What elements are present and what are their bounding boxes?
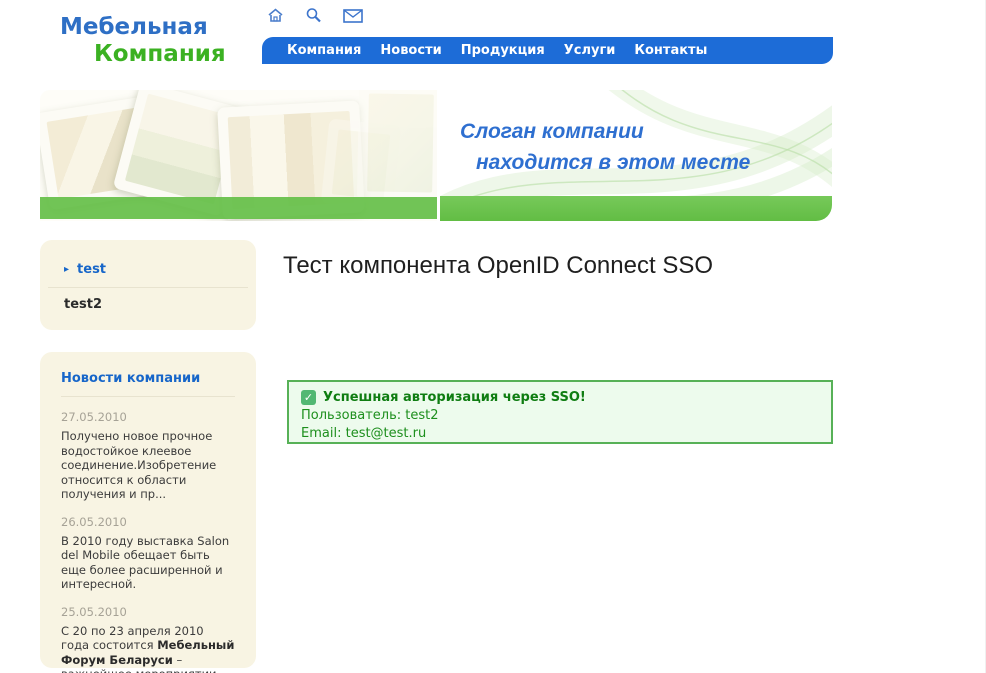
search-icon[interactable] (305, 7, 322, 24)
photo-slide (357, 90, 437, 203)
nav-item-company[interactable]: Компания (287, 43, 361, 58)
sidebar-news-box: Новости компании 27.05.2010 Получено нов… (40, 352, 256, 668)
news-date: 25.05.2010 (61, 605, 235, 619)
slogan-line2: находится в этом месте (460, 147, 750, 178)
top-icon-bar (267, 7, 363, 24)
sidebar-item-test[interactable]: ▸ test (40, 262, 256, 277)
sso-success-title: Успешная авторизация через SSO! (323, 390, 586, 405)
logo-line1: Мебельная (60, 14, 226, 41)
divider (48, 287, 248, 288)
news-item: 26.05.2010 В 2010 году выставка Salon de… (61, 515, 235, 592)
news-date: 26.05.2010 (61, 515, 235, 529)
main-nav: Компания Новости Продукция Услуги Контак… (262, 37, 833, 64)
nav-item-services[interactable]: Услуги (564, 43, 616, 58)
logo-line2: Компания (60, 41, 226, 68)
sso-email-line: Email: test@test.ru (301, 426, 819, 441)
nav-item-contacts[interactable]: Контакты (634, 43, 707, 58)
news-item: 25.05.2010 С 20 по 23 апреля 2010 года с… (61, 605, 235, 673)
success-check-icon: ✓ (301, 390, 316, 405)
page-title: Тест компонента OpenID Connect SSO (283, 252, 713, 280)
company-slogan: Слоган компании находится в этом месте (460, 116, 750, 178)
divider (61, 396, 235, 397)
company-logo[interactable]: Мебельная Компания (60, 14, 226, 68)
page: Мебельная Компания Компания Новости Прод… (0, 0, 986, 673)
news-teaser: С 20 по 23 апреля 2010 года состоится Ме… (61, 624, 235, 673)
banner-slogan-panel: Слоган компании находится в этом месте (440, 90, 832, 221)
sidebar-item-label: test (77, 262, 106, 277)
banner-green-strip (40, 197, 437, 219)
nav-item-news[interactable]: Новости (380, 43, 441, 58)
sidebar-menu-box: ▸ test test2 (40, 240, 256, 330)
mail-icon[interactable] (343, 9, 363, 23)
news-teaser: Получено новое прочное водостойкое клеев… (61, 429, 235, 502)
banner-green-strip (440, 196, 832, 221)
banner-photos (40, 90, 437, 221)
sso-user-value: test2 (405, 408, 438, 423)
arrow-right-icon: ▸ (64, 265, 69, 275)
news-section-title: Новости компании (61, 371, 235, 386)
sso-user-line: Пользователь: test2 (301, 408, 819, 423)
sso-email-value: test@test.ru (346, 426, 427, 441)
sidebar-item-test2[interactable]: test2 (40, 297, 256, 312)
sso-success-message: ✓ Успешная авторизация через SSO! Пользо… (287, 380, 833, 444)
home-icon[interactable] (267, 7, 284, 24)
nav-item-products[interactable]: Продукция (461, 43, 545, 58)
slogan-line1: Слоган компании (460, 116, 750, 147)
news-teaser: В 2010 году выставка Salon del Mobile об… (61, 534, 235, 592)
news-date: 27.05.2010 (61, 410, 235, 424)
news-item: 27.05.2010 Получено новое прочное водост… (61, 410, 235, 502)
